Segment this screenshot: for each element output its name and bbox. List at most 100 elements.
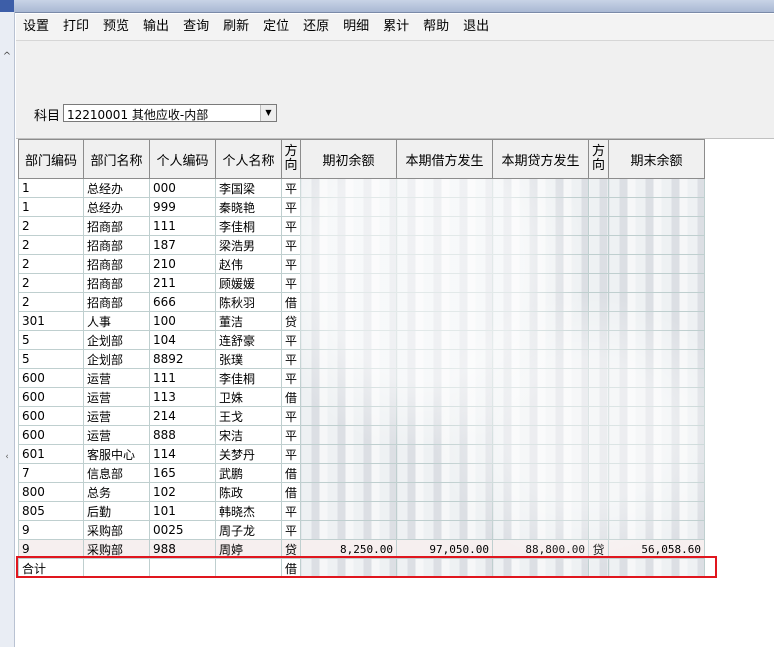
dept-code-cell: 600 — [18, 387, 84, 407]
table-row[interactable]: 1 总经办 000 李国梁平 — [18, 178, 705, 198]
debit-cell — [396, 235, 493, 255]
dept-name-cell: 招商部 — [83, 216, 150, 236]
menu-item-10[interactable]: 帮助 — [416, 16, 456, 38]
header-person-code[interactable]: 个人编码 — [149, 139, 216, 179]
menu-item-4[interactable]: 查询 — [176, 16, 216, 38]
dept-name-cell: 运营 — [83, 406, 150, 426]
table-row[interactable]: 600 运营 888 宋洁平 — [18, 425, 705, 445]
credit-cell — [492, 444, 589, 464]
menu-item-2[interactable]: 预览 — [96, 16, 136, 38]
opening-cell — [300, 292, 397, 312]
table-row[interactable]: 600 运营 113 卫姝借 — [18, 387, 705, 407]
highlighted-row[interactable]: 9 采购部 988 周婷贷 8,250.00 97,050.00 88,800.00 贷 56,… — [18, 539, 705, 559]
person-code-cell: 104 — [149, 330, 216, 350]
dept-code-cell: 2 — [18, 254, 84, 274]
closing-cell — [608, 406, 705, 426]
table-row[interactable]: 600 运营 111 李佳桐平 — [18, 368, 705, 388]
table-row[interactable]: 9 采购部 0025 周子龙平 — [18, 520, 705, 540]
person-code-cell: 101 — [149, 501, 216, 521]
debit-cell — [396, 311, 493, 331]
menu-item-6[interactable]: 定位 — [256, 16, 296, 38]
opening-cell — [300, 235, 397, 255]
menu-item-9[interactable]: 累计 — [376, 16, 416, 38]
table-row[interactable]: 2 招商部 666 陈秋羽借 — [18, 292, 705, 312]
menu-item-0[interactable]: 设置 — [16, 16, 56, 38]
end-direction-cell — [588, 387, 609, 407]
direction-cell: 贷 — [281, 539, 301, 559]
chevron-up-icon[interactable]: ^ — [2, 52, 12, 62]
person-name-cell: 李国梁 — [215, 178, 282, 198]
person-code-cell: 888 — [149, 425, 216, 445]
menu-item-7[interactable]: 还原 — [296, 16, 336, 38]
chevron-left-icon[interactable]: ‹ — [2, 452, 12, 462]
table-row[interactable]: 800 总务 102 陈政借 — [18, 482, 705, 502]
table-row[interactable]: 1 总经办 999 秦晓艳平 — [18, 197, 705, 217]
opening-cell — [300, 444, 397, 464]
end-direction-cell — [588, 349, 609, 369]
credit-cell — [492, 235, 589, 255]
opening-cell — [300, 273, 397, 293]
end-direction-cell — [588, 463, 609, 483]
menu-item-1[interactable]: 打印 — [56, 16, 96, 38]
table-row[interactable]: 301 人事 100 董洁贷 — [18, 311, 705, 331]
header-dept-code[interactable]: 部门编码 — [18, 139, 84, 179]
person-code-cell: 214 — [149, 406, 216, 426]
person-name-cell: 李佳桐 — [215, 368, 282, 388]
header-opening-balance[interactable]: 期初余额 — [300, 139, 397, 179]
header-debit[interactable]: 本期借方发生 — [396, 139, 493, 179]
dept-code-cell: 2 — [18, 273, 84, 293]
credit-cell — [492, 349, 589, 369]
table-row[interactable]: 5 企划部 8892 张璞平 — [18, 349, 705, 369]
menu-item-3[interactable]: 输出 — [136, 16, 176, 38]
dropdown-arrow-icon[interactable]: ▼ — [260, 105, 276, 121]
table-row[interactable]: 805 后勤 101 韩晓杰平 — [18, 501, 705, 521]
end-direction-cell — [588, 425, 609, 445]
menu-item-8[interactable]: 明细 — [336, 16, 376, 38]
subject-select[interactable]: 12210001 其他应收-内部 ▼ — [63, 104, 277, 122]
direction-cell: 平 — [281, 406, 301, 426]
header-direction[interactable]: 方向 — [281, 139, 301, 179]
debit-cell — [396, 216, 493, 236]
person-name-cell: 李佳桐 — [215, 216, 282, 236]
person-name-cell: 卫姝 — [215, 387, 282, 407]
table-row[interactable]: 7 信息部 165 武鹏借 — [18, 463, 705, 483]
end-direction-cell — [588, 292, 609, 312]
header-dept-name[interactable]: 部门名称 — [83, 139, 150, 179]
credit-cell — [492, 558, 589, 578]
end-direction-cell — [588, 254, 609, 274]
table-row[interactable]: 2 招商部 211 顾媛媛平 — [18, 273, 705, 293]
closing-cell — [608, 178, 705, 198]
table-row[interactable]: 601 客服中心 114 关梦丹平 — [18, 444, 705, 464]
total-row[interactable]: 合计 借 — [18, 558, 705, 578]
dept-name-cell: 招商部 — [83, 273, 150, 293]
menu-item-5[interactable]: 刷新 — [216, 16, 256, 38]
dept-name-cell: 企划部 — [83, 330, 150, 350]
person-code-cell: 100 — [149, 311, 216, 331]
direction-cell: 平 — [281, 349, 301, 369]
direction-cell: 借 — [281, 292, 301, 312]
empty-cell — [149, 558, 216, 578]
dept-name-cell: 企划部 — [83, 349, 150, 369]
table-row[interactable]: 2 招商部 111 李佳桐平 — [18, 216, 705, 236]
header-end-direction[interactable]: 方向 — [588, 139, 609, 179]
header-closing-balance[interactable]: 期末余额 — [608, 139, 705, 179]
header-credit[interactable]: 本期贷方发生 — [492, 139, 589, 179]
credit-cell — [492, 292, 589, 312]
menu-item-11[interactable]: 退出 — [456, 16, 496, 38]
person-code-cell: 187 — [149, 235, 216, 255]
table-row[interactable]: 5 企划部 104 连舒豪平 — [18, 330, 705, 350]
table-row[interactable]: 2 招商部 210 赵伟平 — [18, 254, 705, 274]
closing-cell — [608, 387, 705, 407]
dept-code-cell: 1 — [18, 178, 84, 198]
closing-cell — [608, 273, 705, 293]
table-row[interactable]: 2 招商部 187 梁浩男平 — [18, 235, 705, 255]
table-row[interactable]: 600 运营 214 王戈平 — [18, 406, 705, 426]
dept-code-cell: 2 — [18, 235, 84, 255]
balance-grid: 部门编码 部门名称 个人编码 个人名称 方向 期初余额 本期借方发生 本期贷方发生 方向 期末余额… — [16, 139, 774, 647]
closing-cell — [608, 368, 705, 388]
person-name-cell: 梁浩男 — [215, 235, 282, 255]
header-person-name[interactable]: 个人名称 — [215, 139, 282, 179]
dept-code-cell: 600 — [18, 406, 84, 426]
person-name-cell: 周婷 — [215, 539, 282, 559]
person-name-cell: 张璞 — [215, 349, 282, 369]
